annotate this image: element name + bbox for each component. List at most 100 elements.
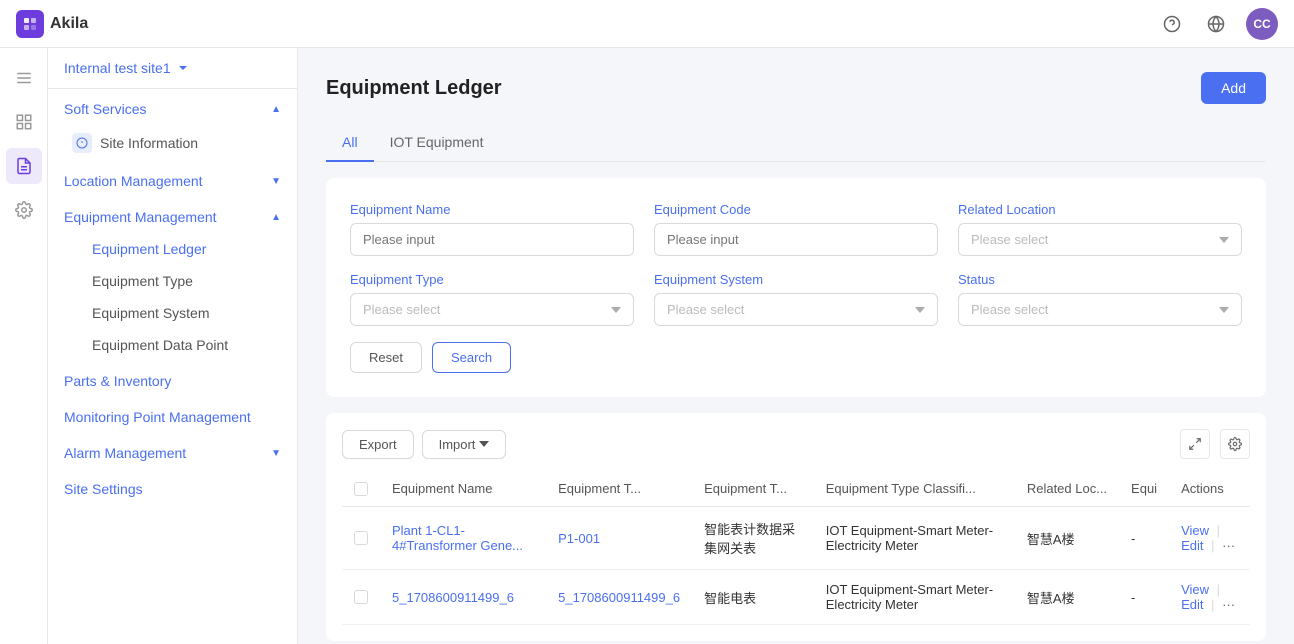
col-header-location: Related Loc... (1015, 471, 1119, 507)
page-title: Equipment Ledger (326, 77, 502, 100)
sidebar-item-equipment-data-point[interactable]: Equipment Data Point (48, 329, 297, 361)
nav-section-monitoring: Monitoring Point Management (48, 397, 297, 433)
row-2-type: 智能电表 (692, 570, 814, 625)
filter-group-status: Status Please select (958, 272, 1242, 326)
select-all-checkbox[interactable] (354, 482, 368, 496)
equipment-system-select[interactable]: Please select (654, 293, 938, 326)
row-1-equi: - (1119, 507, 1169, 570)
equipment-code-input[interactable] (654, 223, 938, 256)
row-1-view-button[interactable]: View (1181, 523, 1209, 538)
tab-iot-equipment[interactable]: IOT Equipment (374, 124, 500, 162)
col-header-classification: Equipment Type Classifi... (814, 471, 1015, 507)
import-button[interactable]: Import (422, 430, 507, 459)
row-2-view-button[interactable]: View (1181, 582, 1209, 597)
help-icon[interactable] (1158, 10, 1186, 38)
status-select[interactable]: Please select (958, 293, 1242, 326)
fullscreen-icon[interactable] (1180, 429, 1210, 459)
document-icon[interactable] (6, 148, 42, 184)
sidebar-item-site-information[interactable]: Site Information (48, 125, 297, 161)
nav-section-header-soft-services[interactable]: Soft Services ▲ (48, 89, 297, 125)
row-1-edit-button[interactable]: Edit (1181, 538, 1203, 553)
row-2-edit-button[interactable]: Edit (1181, 597, 1203, 612)
topbar-left: Akila (16, 10, 88, 38)
reset-button[interactable]: Reset (350, 342, 422, 373)
site-selector[interactable]: Internal test site1 (48, 48, 297, 89)
sidebar-item-equipment-ledger[interactable]: Equipment Ledger (48, 233, 297, 265)
filter-group-name: Equipment Name (350, 202, 634, 256)
related-location-select[interactable]: Please select (958, 223, 1242, 256)
row-1-name-link[interactable]: Plant 1-CL1-4#Transformer Gene... (392, 523, 523, 553)
globe-icon[interactable] (1202, 10, 1230, 38)
table-toolbar-left: Export Import (342, 430, 506, 459)
filter-group-code: Equipment Code (654, 202, 938, 256)
status-label: Status (958, 272, 1242, 287)
nav-section-header-monitoring[interactable]: Monitoring Point Management (48, 397, 297, 433)
equipment-type-select[interactable]: Please select (350, 293, 634, 326)
col-header-code: Equipment T... (546, 471, 692, 507)
export-button[interactable]: Export (342, 430, 414, 459)
alarm-chevron: ▼ (271, 448, 281, 459)
add-button[interactable]: Add (1201, 72, 1266, 104)
nav-section-header-location[interactable]: Location Management ▼ (48, 161, 297, 197)
equipment-name-input[interactable] (350, 223, 634, 256)
table-toolbar-right (1180, 429, 1250, 459)
row-2-name: 5_1708600911499_6 (380, 570, 546, 625)
nav-section-header-parts[interactable]: Parts & Inventory (48, 361, 297, 397)
alarm-label: Alarm Management (64, 445, 186, 461)
row-2-name-link[interactable]: 5_1708600911499_6 (392, 590, 514, 605)
nav-section-header-alarm[interactable]: Alarm Management ▼ (48, 433, 297, 469)
search-button[interactable]: Search (432, 342, 511, 373)
row-2-equi: - (1119, 570, 1169, 625)
user-avatar[interactable]: CC (1246, 8, 1278, 40)
equipment-type-label: Equipment Type (350, 272, 634, 287)
table-panel: Export Import (326, 413, 1266, 641)
row-1-code: P1-001 (546, 507, 692, 570)
row-1-code-link[interactable]: P1-001 (558, 531, 600, 546)
table-toolbar: Export Import (342, 429, 1250, 459)
nav-section-header-site-settings[interactable]: Site Settings (48, 469, 297, 505)
sidebar-item-equipment-system[interactable]: Equipment System (48, 297, 297, 329)
table-row: 5_1708600911499_6 5_1708600911499_6 智能电表… (342, 570, 1250, 625)
nav-section-alarm: Alarm Management ▼ (48, 433, 297, 469)
row-checkbox-cell-1 (342, 507, 380, 570)
filter-row-2: Equipment Type Please select Equipment S… (350, 272, 1242, 326)
row-2-actions: View | Edit | ··· (1169, 570, 1250, 625)
row-2-code: 5_1708600911499_6 (546, 570, 692, 625)
tab-all[interactable]: All (326, 124, 374, 162)
layout: Internal test site1 Soft Services ▲ Site… (0, 0, 1294, 644)
site-information-label: Site Information (100, 135, 198, 151)
column-settings-icon[interactable] (1220, 429, 1250, 459)
site-selector-label: Internal test site1 (64, 60, 171, 76)
nav-section-header-equipment[interactable]: Equipment Management ▲ (48, 197, 297, 233)
row-1-checkbox[interactable] (354, 531, 368, 545)
filter-group-system: Equipment System Please select (654, 272, 938, 326)
header-checkbox-cell (342, 471, 380, 507)
row-1-more-button[interactable]: ··· (1222, 538, 1235, 553)
row-1-name: Plant 1-CL1-4#Transformer Gene... (380, 507, 546, 570)
row-checkbox-cell-2 (342, 570, 380, 625)
parts-inventory-label: Parts & Inventory (64, 373, 171, 389)
site-information-icon (72, 133, 92, 153)
menu-toggle-icon[interactable] (6, 60, 42, 96)
main-content: Equipment Ledger Add All IOT Equipment E… (298, 48, 1294, 644)
row-2-more-button[interactable]: ··· (1222, 597, 1235, 612)
settings-icon[interactable] (6, 192, 42, 228)
row-2-checkbox[interactable] (354, 590, 368, 604)
tabs: All IOT Equipment (326, 124, 1266, 162)
equipment-table: Equipment Name Equipment T... Equipment … (342, 471, 1250, 625)
table-row: Plant 1-CL1-4#Transformer Gene... P1-001… (342, 507, 1250, 570)
import-label: Import (439, 437, 476, 452)
sidebar-item-equipment-type[interactable]: Equipment Type (48, 265, 297, 297)
col-header-type: Equipment T... (692, 471, 814, 507)
soft-services-label: Soft Services (64, 101, 146, 117)
equipment-chevron: ▲ (271, 212, 281, 223)
dashboard-icon[interactable] (6, 104, 42, 140)
logo-text: Akila (50, 15, 88, 33)
row-1-classification: IOT Equipment-Smart Meter-Electricity Me… (814, 507, 1015, 570)
row-2-code-link[interactable]: 5_1708600911499_6 (558, 590, 680, 605)
equipment-management-label: Equipment Management (64, 209, 217, 225)
equipment-system-label: Equipment System (654, 272, 938, 287)
row-2-classification: IOT Equipment-Smart Meter-Electricity Me… (814, 570, 1015, 625)
nav-section-parts: Parts & Inventory (48, 361, 297, 397)
filter-group-location: Related Location Please select (958, 202, 1242, 256)
